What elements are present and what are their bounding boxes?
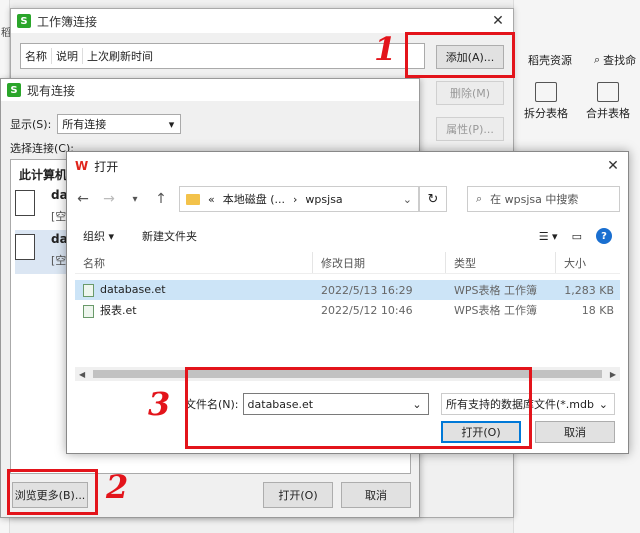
workbook-titlebar: S 工作簿连接 ✕ (11, 9, 513, 33)
search-command-label: 查找命 (603, 54, 637, 67)
column-name[interactable]: 名称 (21, 48, 52, 64)
document-icon (15, 234, 35, 260)
recent-dropdown-icon[interactable]: ▾ (127, 194, 143, 205)
organize-label: 组织 (83, 230, 105, 243)
connections-column-header: 名称 说明 上次刷新时间 (20, 43, 425, 69)
file-size: 1,283 KB (564, 283, 614, 297)
breadcrumb-overflow[interactable]: « (208, 193, 215, 206)
file-type: WPS表格 工作簿 (454, 304, 537, 317)
annotation-number-1: 1 (374, 30, 397, 68)
annotation-number-3: 3 (148, 385, 171, 423)
workbook-title: 工作簿连接 (37, 14, 98, 29)
chevron-down-icon: ⌄ (598, 397, 608, 411)
file-row[interactable]: database.et 2022/5/13 16:29 WPS表格 工作簿 1,… (75, 280, 620, 300)
split-table-label: 拆分表格 (524, 107, 568, 120)
column-size[interactable]: 大小 (556, 252, 620, 273)
file-name: 报表.et (100, 304, 137, 317)
file-date: 2022/5/13 16:29 (321, 283, 413, 297)
column-description[interactable]: 说明 (52, 48, 83, 64)
file-date: 2022/5/12 10:46 (321, 303, 413, 317)
scroll-left-icon[interactable]: ◀ (79, 370, 85, 379)
scroll-right-icon[interactable]: ▶ (610, 370, 616, 379)
existing-titlebar: S 现有连接 (1, 79, 419, 101)
open-title: 打开 (94, 159, 119, 174)
file-name-cell: 报表.et (75, 302, 313, 318)
file-name-cell: database.et (75, 283, 313, 297)
existing-cancel-button[interactable]: 取消 (341, 482, 411, 508)
document-icon (15, 190, 35, 216)
file-list-header: 名称 修改日期 类型 大小 (75, 252, 620, 274)
show-row: 显示(S): 所有连接 ▾ (10, 114, 182, 134)
list-item-sub: [空 (51, 254, 67, 267)
file-name: database.et (100, 283, 166, 297)
file-type: WPS表格 工作簿 (454, 284, 537, 297)
wps-logo-icon: W (75, 159, 89, 173)
help-icon[interactable]: ? (596, 228, 612, 244)
annotation-box-filename (185, 367, 532, 449)
file-row[interactable]: 报表.et 2022/5/12 10:46 WPS表格 工作簿 18 KB (75, 300, 620, 320)
merge-table-label: 合并表格 (586, 107, 630, 120)
refresh-button[interactable]: ↻ (419, 186, 447, 212)
annotation-box-browse (7, 469, 98, 515)
breadcrumb-local-disk[interactable]: 本地磁盘 (... (223, 191, 285, 207)
show-label: 显示(S): (10, 118, 52, 131)
search-input[interactable]: ⌕ 在 wpsjsa 中搜索 (467, 186, 620, 212)
open-titlebar: W 打开 ✕ (67, 152, 628, 180)
cancel-button[interactable]: 取消 (535, 421, 615, 443)
wps-spreadsheet-icon: S (7, 83, 21, 97)
folder-icon (186, 193, 200, 205)
existing-title: 现有连接 (27, 83, 76, 98)
address-bar[interactable]: « 本地磁盘 (... › wpsjsa ⌄ (179, 186, 419, 212)
annotation-number-2: 2 (106, 468, 129, 506)
up-arrow-icon[interactable]: ↑ (153, 191, 169, 207)
split-table-icon (535, 82, 557, 102)
column-last-refresh[interactable]: 上次刷新时间 (83, 48, 157, 64)
properties-button[interactable]: 属性(P)... (436, 117, 504, 141)
delete-button[interactable]: 删除(M) (436, 81, 504, 105)
open-toolbar: 组织 ▾ 新建文件夹 ☰ ▾ ▭ ? (67, 224, 628, 248)
existing-open-button[interactable]: 打开(O) (263, 482, 333, 508)
split-table-button[interactable]: 拆分表格 (524, 82, 568, 121)
address-dropdown-icon[interactable]: ⌄ (403, 193, 418, 206)
wps-spreadsheet-icon: S (17, 14, 31, 28)
forward-arrow-icon[interactable]: → (101, 191, 117, 207)
dropdown-arrow-icon: ▾ (168, 117, 175, 131)
merge-table-button[interactable]: 合并表格 (586, 82, 630, 121)
close-icon[interactable]: ✕ (483, 13, 513, 29)
search-command-tab[interactable]: ⌕ 查找命 (594, 52, 636, 68)
show-value: 所有连接 (62, 118, 107, 131)
annotation-box-add (405, 32, 515, 78)
navigation-bar: ← → ▾ ↑ « 本地磁盘 (... › wpsjsa ⌄ ↻ ⌕ 在 wps… (75, 186, 620, 212)
show-dropdown[interactable]: 所有连接 ▾ (57, 114, 182, 134)
column-type[interactable]: 类型 (446, 252, 556, 273)
merge-table-icon (597, 82, 619, 102)
new-folder-button[interactable]: 新建文件夹 (142, 228, 197, 244)
search-icon: ⌕ (476, 192, 483, 205)
file-size: 18 KB (581, 303, 614, 317)
select-connection-label: 选择连接(C): (10, 142, 74, 155)
list-item-sub: [空 (51, 210, 67, 223)
view-options-icon[interactable]: ☰ ▾ (539, 230, 558, 243)
daoke-resources-tab[interactable]: 稻壳资源 (528, 52, 572, 68)
organize-button[interactable]: 组织 ▾ (83, 228, 114, 244)
refresh-icon: ↻ (427, 191, 439, 207)
close-icon[interactable]: ✕ (598, 158, 628, 174)
column-name[interactable]: 名称 (75, 252, 313, 273)
breadcrumb-wpsjsa[interactable]: wpsjsa (305, 193, 342, 206)
breadcrumb-separator: › (293, 192, 298, 206)
preview-pane-icon[interactable]: ▭ (572, 230, 582, 243)
back-arrow-icon[interactable]: ← (75, 191, 91, 207)
search-placeholder: 在 wpsjsa 中搜索 (490, 193, 579, 206)
column-date[interactable]: 修改日期 (313, 252, 446, 273)
this-computer-section: 此计算机 (19, 168, 68, 182)
search-icon: ⌕ (594, 53, 601, 66)
spreadsheet-file-icon (83, 304, 94, 318)
spreadsheet-file-icon (83, 283, 94, 297)
